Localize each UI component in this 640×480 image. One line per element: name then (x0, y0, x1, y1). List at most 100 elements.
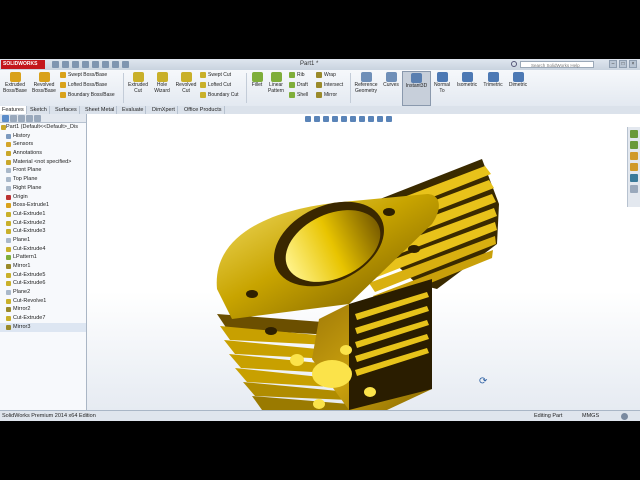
tree-item-front-plane[interactable]: Front Plane (0, 166, 86, 175)
draft-button[interactable]: Draft (289, 81, 308, 90)
mirror-button[interactable]: Mirror (316, 91, 337, 100)
help-icon[interactable] (621, 413, 628, 420)
swept-cut-button[interactable]: Swept Cut (200, 71, 231, 80)
options-icon[interactable] (122, 61, 129, 68)
appearance-icon[interactable] (368, 116, 374, 122)
reference-geometry-icon (360, 72, 372, 82)
lofted-boss-button[interactable]: Lofted Boss/Base (60, 81, 107, 90)
section-view-icon[interactable] (332, 116, 338, 122)
maximize-button[interactable]: □ (619, 60, 627, 68)
isometric-button[interactable]: Isometric (454, 71, 480, 89)
minimize-button[interactable]: – (609, 60, 617, 68)
lofted-cut-button[interactable]: Lofted Cut (200, 81, 231, 90)
tree-item-cut-revolve1[interactable]: Cut-Revolve1 (0, 297, 86, 306)
tree-item-origin[interactable]: Origin (0, 193, 86, 202)
tree-item-sensors[interactable]: Sensors (0, 140, 86, 149)
history-icon (6, 133, 11, 139)
tree-item-cut-extrude5[interactable]: Cut-Extrude5 (0, 271, 86, 280)
tab-sketch[interactable]: Sketch (28, 106, 50, 114)
wrap-button[interactable]: Wrap (316, 71, 336, 80)
tab-features[interactable]: Features (0, 106, 27, 114)
boundary-cut-button[interactable]: Boundary Cut (200, 91, 239, 100)
rebuild-icon[interactable] (112, 61, 119, 68)
view-orientation-icon[interactable] (341, 116, 347, 122)
rib-button[interactable]: Rib (289, 71, 305, 80)
fillet-button[interactable]: Fillet (249, 71, 265, 89)
tree-item-top-plane[interactable]: Top Plane (0, 175, 86, 184)
tree-item-mirror3[interactable]: Mirror3 (0, 322, 86, 332)
plane-icon (6, 185, 11, 191)
reference-geometry-button[interactable]: Reference Geometry (352, 71, 380, 94)
tab-sheet-metal[interactable]: Sheet Metal (83, 106, 118, 114)
tree-item-cut-extrude1[interactable]: Cut-Extrude1 (0, 210, 86, 219)
tree-item-part1[interactable]: Part1 (Default<<Default>_Dis (0, 123, 86, 132)
tree-item-plane1[interactable]: Plane1 (0, 236, 86, 245)
feature-manager-tab-icon[interactable] (2, 115, 9, 122)
tree-item-right-plane[interactable]: Right Plane (0, 184, 86, 193)
tree-item-plane2[interactable]: Plane2 (0, 288, 86, 297)
dimetric-button[interactable]: Dimetric (506, 71, 530, 89)
display-manager-tab-icon[interactable] (34, 115, 41, 122)
print-icon[interactable] (82, 61, 89, 68)
tree-item-cut-extrude4[interactable]: Cut-Extrude4 (0, 245, 86, 254)
tree-item-history[interactable]: History (0, 132, 86, 141)
tree-item-cut-extrude2[interactable]: Cut-Extrude2 (0, 219, 86, 228)
normal-to-button[interactable]: Normal To (431, 71, 453, 94)
curves-button[interactable]: Curves (381, 71, 401, 89)
tree-item-cut-extrude7[interactable]: Cut-Extrude7 (0, 314, 86, 323)
select-icon[interactable] (102, 61, 109, 68)
zoom-to-fit-icon[interactable] (305, 116, 311, 122)
zoom-area-icon[interactable] (314, 116, 320, 122)
tree-item-annotations[interactable]: Annotations (0, 149, 86, 158)
dimxpert-manager-tab-icon[interactable] (26, 115, 33, 122)
tree-item-material[interactable]: Material <not specified> (0, 158, 86, 167)
previous-view-icon[interactable] (323, 116, 329, 122)
view-settings-icon[interactable] (386, 116, 392, 122)
solidworks-logo[interactable]: SOLIDWORKS (1, 60, 45, 69)
instant3d-button[interactable]: Instant3D (402, 71, 431, 106)
hide-show-icon[interactable] (359, 116, 365, 122)
close-button[interactable]: × (629, 60, 637, 68)
design-library-icon[interactable] (630, 141, 638, 149)
swept-boss-button[interactable]: Swept Boss/Base (60, 71, 107, 80)
search-icon[interactable] (511, 61, 517, 67)
tree-item-mirror2[interactable]: Mirror2 (0, 305, 86, 314)
view-palette-icon[interactable] (630, 163, 638, 171)
trimetric-button[interactable]: Trimetric (481, 71, 505, 89)
intersect-button[interactable]: Intersect (316, 81, 343, 90)
display-style-icon[interactable] (350, 116, 356, 122)
tab-surfaces[interactable]: Surfaces (53, 106, 80, 114)
new-file-icon[interactable] (52, 61, 59, 68)
open-file-icon[interactable] (62, 61, 69, 68)
revolved-boss-button[interactable]: Revolved Boss/Base (30, 71, 58, 94)
tree-item-boss-extrude1[interactable]: Boss-Extrude1 (0, 201, 86, 210)
material-icon (6, 159, 11, 165)
tab-dimxpert[interactable]: DimXpert (150, 106, 178, 114)
linear-pattern-button[interactable]: Linear Pattern (266, 71, 286, 94)
unit-system-selector[interactable]: MMGS (582, 411, 599, 421)
property-manager-tab-icon[interactable] (10, 115, 17, 122)
tree-item-cut-extrude6[interactable]: Cut-Extrude6 (0, 279, 86, 288)
tab-office-products[interactable]: Office Products (182, 106, 225, 114)
help-search-input[interactable]: Search SolidWorks Help (520, 61, 594, 68)
boundary-boss-button[interactable]: Boundary Boss/Base (60, 91, 115, 100)
extruded-cut-button[interactable]: Extruded Cut (126, 71, 150, 94)
tree-item-lpattern1[interactable]: LPattern1 (0, 253, 86, 262)
tree-item-cut-extrude3[interactable]: Cut-Extrude3 (0, 227, 86, 236)
hole-wizard-button[interactable]: Hole Wizard (151, 71, 173, 94)
appearances-icon[interactable] (630, 174, 638, 182)
part-model[interactable] (87, 114, 640, 410)
scene-icon[interactable] (377, 116, 383, 122)
resources-icon[interactable] (630, 130, 638, 138)
tree-item-mirror1[interactable]: Mirror1 (0, 262, 86, 271)
graphics-viewport[interactable] (87, 114, 640, 410)
save-icon[interactable] (72, 61, 79, 68)
undo-icon[interactable] (92, 61, 99, 68)
revolved-cut-button[interactable]: Revolved Cut (174, 71, 198, 94)
tab-evaluate[interactable]: Evaluate (120, 106, 147, 114)
file-explorer-icon[interactable] (630, 152, 638, 160)
configuration-manager-tab-icon[interactable] (18, 115, 25, 122)
shell-button[interactable]: Shell (289, 91, 308, 100)
custom-properties-icon[interactable] (630, 185, 638, 193)
extruded-boss-button[interactable]: Extruded Boss/Base (2, 71, 28, 94)
